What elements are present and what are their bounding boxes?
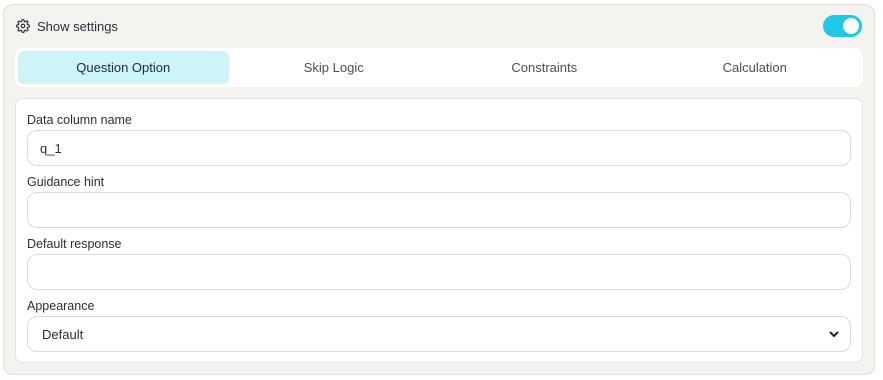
tab-constraints[interactable]: Constraints bbox=[439, 51, 650, 84]
tab-calculation[interactable]: Calculation bbox=[650, 51, 861, 84]
appearance-select[interactable]: Default bbox=[27, 316, 851, 352]
appearance-label: Appearance bbox=[27, 299, 95, 313]
appearance-selected-value: Default bbox=[42, 326, 84, 342]
tab-question-option[interactable]: Question Option bbox=[18, 51, 229, 84]
tab-skip-logic[interactable]: Skip Logic bbox=[229, 51, 440, 84]
guidance-hint-label: Guidance hint bbox=[27, 175, 105, 189]
settings-tabs: Question Option Skip Logic Constraints C… bbox=[15, 48, 863, 87]
settings-panel: Show settings Question Option Skip Logic… bbox=[3, 4, 875, 375]
data-column-name-label: Data column name bbox=[27, 113, 132, 127]
data-column-name-input[interactable] bbox=[27, 130, 851, 166]
settings-header: Show settings bbox=[16, 16, 118, 36]
toggle-knob bbox=[843, 18, 859, 34]
default-response-input[interactable] bbox=[27, 254, 851, 290]
chevron-down-icon bbox=[828, 328, 840, 340]
show-settings-label: Show settings bbox=[37, 18, 118, 34]
question-option-form: Data column name Guidance hint Default r… bbox=[15, 98, 863, 363]
default-response-label: Default response bbox=[27, 237, 122, 251]
gear-icon bbox=[16, 19, 30, 33]
show-settings-toggle[interactable] bbox=[823, 15, 862, 37]
guidance-hint-input[interactable] bbox=[27, 192, 851, 228]
